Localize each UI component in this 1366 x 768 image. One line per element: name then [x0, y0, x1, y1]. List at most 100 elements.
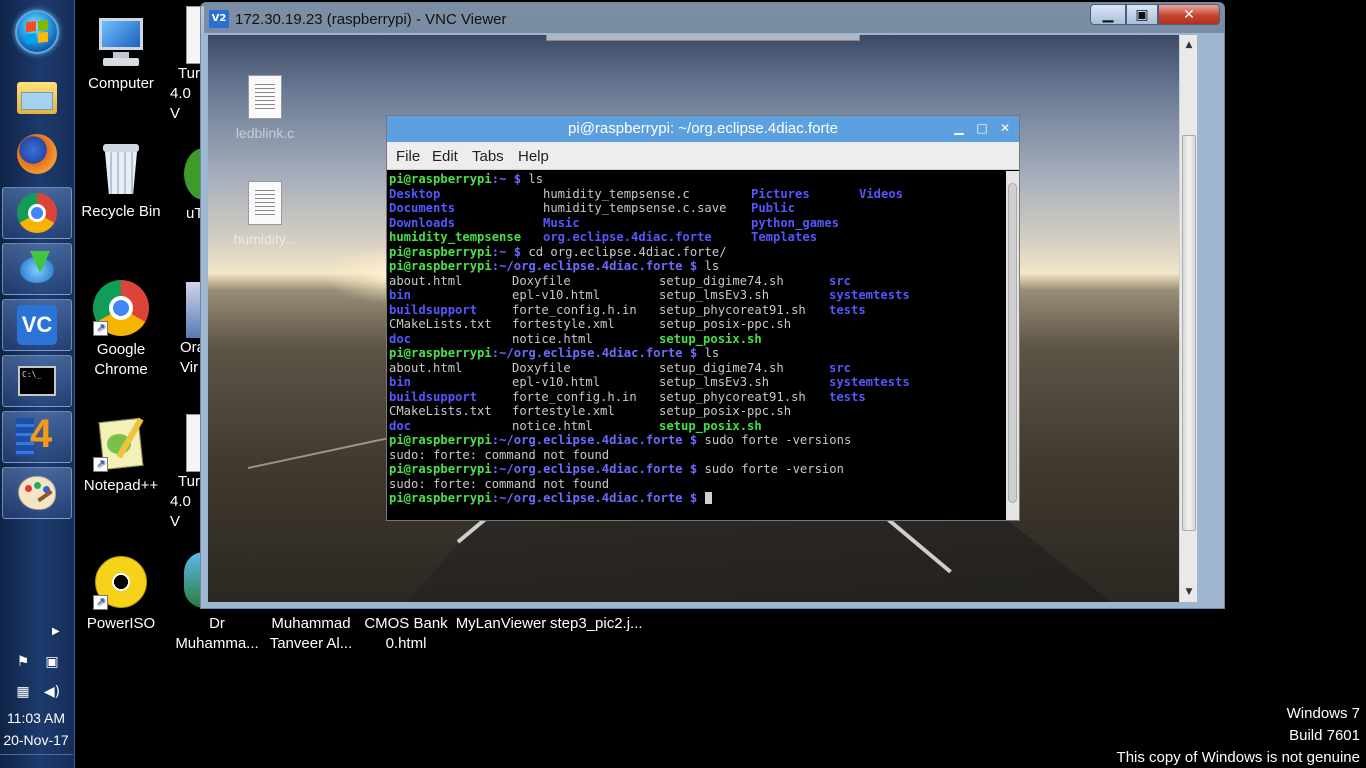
shortcut-arrow-icon: ↗	[93, 321, 108, 336]
text-cursor	[704, 492, 712, 504]
chrome-icon: ↗	[93, 280, 149, 336]
desktop-icon-utorrent[interactable]: uT	[168, 148, 204, 224]
taskbar-4diac-button[interactable]: 4	[2, 411, 72, 463]
taskbar-explorer-button[interactable]	[2, 72, 72, 124]
terminal-line: doc notice.html setup_posix.sh	[389, 331, 762, 346]
terminal-line: sudo: forte: command not found	[389, 447, 610, 462]
close-button[interactable]: ✕	[1158, 4, 1220, 25]
vnc-viewer-icon: VC	[17, 305, 57, 345]
taskbar-cmd-button[interactable]: C:\_	[2, 355, 72, 407]
desktop-icon-label: Dr	[209, 615, 225, 632]
taskbar-chrome-button[interactable]	[2, 187, 72, 239]
terminal-line: pi@raspberrypi:~ $ cd org.eclipse.4diac.…	[389, 244, 727, 259]
terminal-menubar: File Edit Tabs Help	[387, 142, 1019, 170]
action-center-flag-icon[interactable]: ⚑	[14, 654, 32, 670]
menu-edit[interactable]: Edit	[432, 148, 458, 165]
desktop-icon-oracle-vm[interactable]: Ora Vir	[168, 282, 204, 378]
desktop-icon-google-chrome[interactable]: ↗ Google Chrome	[73, 280, 169, 380]
vnc-viewer-icon: V2	[209, 10, 229, 28]
terminal-output[interactable]: pi@raspberrypi:~ $ ls Desktop humidity_tem…	[387, 171, 1006, 520]
remote-desktop-view[interactable]: ledblink.c humidity... pi@raspberrypi: ~…	[208, 35, 1197, 602]
command-prompt-icon: C:\_	[18, 366, 56, 396]
desktop-icon-label: Tur	[178, 473, 200, 490]
menu-help[interactable]: Help	[518, 148, 549, 165]
desktop-icon-label: Recycle Bin	[81, 203, 161, 220]
text-file-icon	[248, 181, 282, 225]
desktop-icon-notepadpp[interactable]: ↗ Notepad++	[73, 416, 169, 496]
volume-icon[interactable]: ◀)	[43, 684, 61, 700]
desktop-icon-recycle-bin[interactable]: Recycle Bin	[73, 142, 169, 222]
terminal-maximize-button[interactable]: □	[974, 120, 990, 136]
desktop-icon-cmos-bank[interactable]: CMOS Bank 0.html	[361, 614, 451, 654]
terminal-line: Desktop humidity_tempsense.c Pictures Video…	[389, 186, 904, 201]
shortcut-arrow-icon: ↗	[93, 595, 108, 610]
terminal-line: bin epl-v10.html setup_lmsEv3.sh systemtest…	[389, 288, 910, 302]
clock-date[interactable]: 20-Nov-17	[0, 732, 72, 748]
maximize-button[interactable]: ▣	[1126, 4, 1158, 25]
terminal-line: doc notice.html setup_posix.sh	[389, 418, 762, 433]
desktop-icon-dr-muhammad[interactable]: Dr Muhamma...	[172, 614, 262, 654]
desktop-icon-turbo-1[interactable]: Tur 4.0 V	[168, 6, 204, 124]
terminal-line: pi@raspberrypi:~/org.eclipse.4diac.forte…	[389, 462, 844, 476]
maximize-icon: ▣	[1135, 6, 1149, 23]
desktop-icon-computer[interactable]: Computer	[73, 14, 169, 94]
taskbar-paint-button[interactable]	[2, 467, 72, 519]
terminal-line: pi@raspberrypi:~/org.eclipse.4diac.forte…	[389, 491, 1004, 506]
paint-icon	[18, 476, 56, 510]
menu-file[interactable]: File	[396, 148, 420, 165]
desktop-icon-label: PowerISO	[86, 615, 156, 632]
text-file-icon	[248, 75, 282, 119]
terminal-title: pi@raspberrypi: ~/org.eclipse.4diac.fort…	[387, 116, 1019, 142]
desktop-icon-label: Ora	[180, 339, 204, 356]
taskbar-uget-button[interactable]	[2, 243, 72, 295]
computer-icon	[93, 14, 149, 70]
watermark-line: Build 7601	[1289, 727, 1360, 744]
show-hidden-icons-arrow-icon[interactable]: ▶	[52, 626, 60, 637]
usb-device-icon[interactable]: ▣	[43, 654, 61, 670]
network-icon[interactable]: ▦	[14, 684, 32, 700]
taskbar-vnc-button[interactable]: VC	[2, 299, 72, 351]
watermark-line: This copy of Windows is not genuine	[1116, 749, 1360, 766]
terminal-line: Downloads Music python_games	[389, 215, 840, 230]
scrollbar-thumb[interactable]	[1008, 183, 1017, 503]
desktop-icon-poweriso[interactable]: ↗ PowerISO	[73, 554, 169, 634]
firefox-icon	[17, 134, 57, 174]
poweriso-icon: ↗	[93, 554, 149, 610]
taskbar-firefox-button[interactable]	[2, 128, 72, 180]
desktop-icon-label: Tanveer Al...	[269, 635, 353, 652]
desktop-icon-muhammad-tanveer[interactable]: Muhammad Tanveer Al...	[264, 614, 358, 654]
desktop-icon-label: 4.0 V	[170, 493, 191, 530]
terminal-line: about.html Doxyfile setup_digime74.sh src	[389, 273, 852, 288]
desktop-icon-label: 0.html	[385, 635, 427, 652]
start-button[interactable]	[2, 6, 72, 58]
desktop-icon-label: Google Chrome	[94, 341, 148, 378]
scroll-up-icon[interactable]: ▲	[1180, 37, 1197, 53]
terminal-line: sudo: forte: command not found	[389, 476, 610, 491]
terminal-window: pi@raspberrypi: ~/org.eclipse.4diac.fort…	[386, 115, 1020, 521]
download-manager-icon	[16, 251, 58, 287]
terminal-minimize-button[interactable]: ▁	[951, 120, 967, 136]
vnc-vertical-scrollbar[interactable]: ▲ ▼	[1179, 35, 1197, 602]
terminal-scrollbar[interactable]	[1006, 171, 1019, 520]
desktop-icon-mylanviewer[interactable]: MyLanViewer	[454, 614, 548, 634]
window-title: 172.30.19.23 (raspberrypi) - VNC Viewer	[235, 11, 507, 28]
remote-file-ledblink[interactable]: ledblink.c	[220, 75, 310, 141]
clock-time[interactable]: 11:03 AM	[0, 710, 72, 726]
desktop-icon-label: 4.0 V	[170, 85, 191, 122]
desktop-icon-step3-pic2[interactable]: step3_pic2.j...	[550, 614, 643, 634]
remote-file-humidity[interactable]: humidity...	[220, 181, 310, 247]
terminal-close-button[interactable]: ✕	[997, 120, 1013, 136]
desktop-icon-label: CMOS Bank	[364, 615, 448, 632]
minimize-button[interactable]: ▁	[1090, 4, 1126, 25]
show-desktop-button[interactable]	[0, 754, 73, 767]
desktop-icon-turbo-2[interactable]: Tur 4.0 V	[168, 414, 204, 532]
menu-tabs[interactable]: Tabs	[472, 148, 504, 165]
scroll-down-icon[interactable]: ▼	[1180, 584, 1197, 600]
close-icon: ✕	[1183, 6, 1195, 23]
desktop-icon-label: Muhamma...	[175, 635, 259, 652]
taskbar: VC C:\_ 4 ▶ ⚑ ▣ ▦ ◀) 11:03 AM 20-Nov-17	[0, 0, 75, 768]
4diac-icon: 4	[16, 412, 58, 458]
scrollbar-thumb[interactable]	[1182, 135, 1196, 531]
recycle-bin-icon	[93, 142, 149, 198]
desktop-icon-label: Muhammad	[271, 615, 351, 632]
